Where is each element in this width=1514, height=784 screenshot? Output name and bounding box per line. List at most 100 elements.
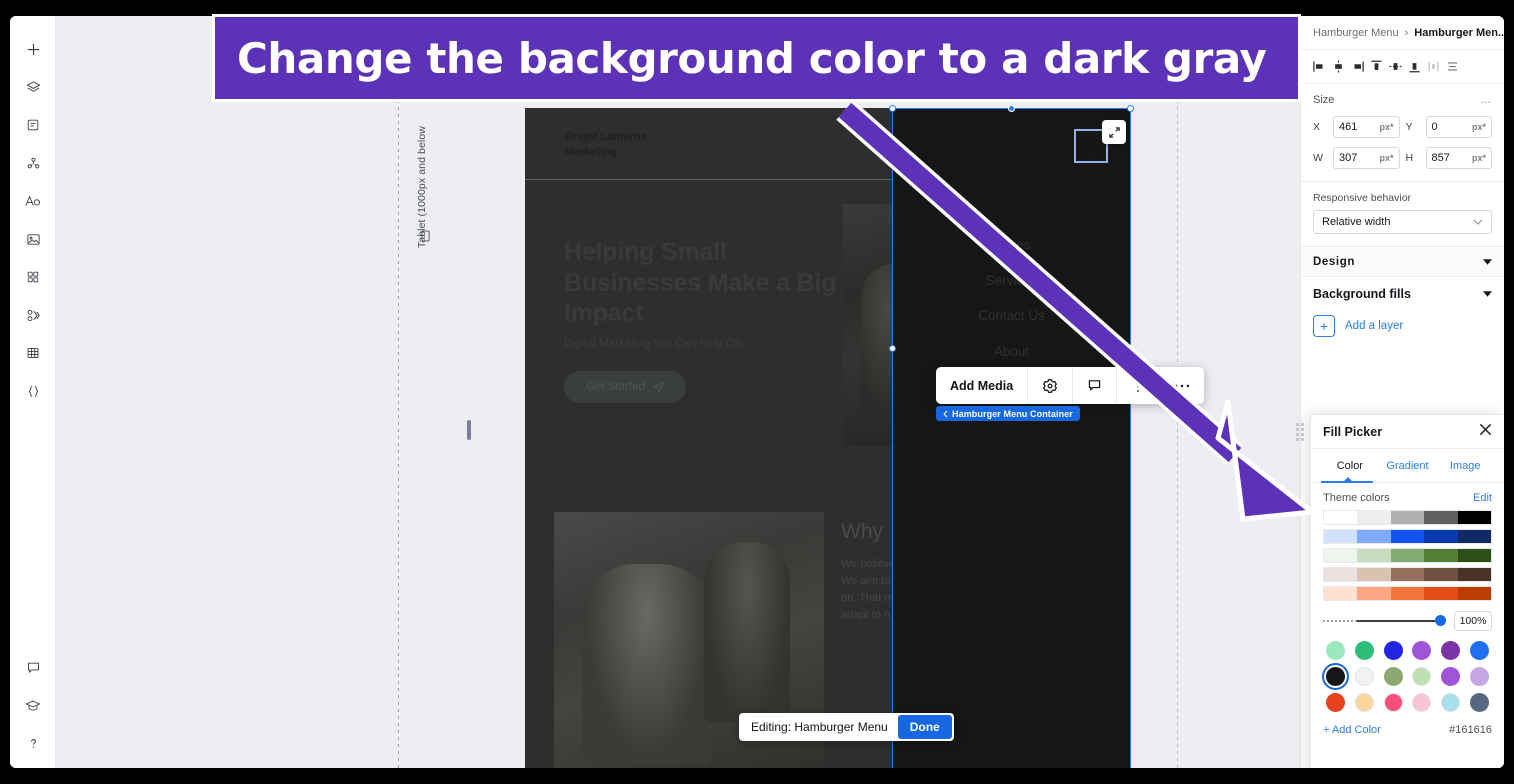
color-swatch[interactable] xyxy=(1325,667,1345,686)
resize-handle-tl[interactable] xyxy=(889,105,896,112)
theme-color-palette[interactable] xyxy=(1311,510,1504,601)
align-top-icon[interactable] xyxy=(1368,56,1385,78)
color-swatch[interactable] xyxy=(1354,641,1374,660)
align-bottom-icon[interactable] xyxy=(1406,56,1423,78)
hamburger-link-about[interactable]: About xyxy=(893,344,1130,359)
align-center-horizontal-icon[interactable] xyxy=(1330,56,1347,78)
comments-icon[interactable] xyxy=(10,648,56,686)
add-layer-plus-icon[interactable]: + xyxy=(1313,315,1335,337)
palette-swatch[interactable] xyxy=(1424,511,1458,524)
palette-swatch[interactable] xyxy=(1457,549,1492,562)
edit-theme-colors-link[interactable]: Edit xyxy=(1473,492,1492,504)
color-swatch[interactable] xyxy=(1470,693,1490,712)
fill-picker-panel[interactable]: Fill Picker Color Gradient Image Theme c… xyxy=(1296,414,1504,768)
element-toolbar[interactable]: Add Media xyxy=(936,367,1205,404)
size-more-icon[interactable]: … xyxy=(1480,94,1492,106)
opacity-slider-knob[interactable] xyxy=(1435,615,1446,626)
h-input[interactable]: 857 px* xyxy=(1425,147,1492,169)
palette-swatch[interactable] xyxy=(1457,587,1492,600)
add-layer-row[interactable]: + Add a layer xyxy=(1301,311,1504,351)
apps-icon[interactable] xyxy=(10,258,56,296)
resize-handle-tc[interactable] xyxy=(1008,105,1015,112)
palette-swatch[interactable] xyxy=(1457,511,1492,524)
design-accordion[interactable]: Design xyxy=(1301,247,1504,277)
palette-swatch[interactable] xyxy=(1390,530,1425,543)
breadcrumb-tag[interactable]: Hamburger Menu Container xyxy=(936,406,1080,421)
tab-gradient[interactable]: Gradient xyxy=(1379,460,1437,472)
comment-icon[interactable] xyxy=(1073,367,1118,404)
add-media-button[interactable]: Add Media xyxy=(936,367,1029,404)
color-swatch[interactable] xyxy=(1383,667,1403,686)
close-icon[interactable] xyxy=(1479,423,1492,441)
color-swatch[interactable] xyxy=(1325,641,1345,660)
academy-icon[interactable] xyxy=(10,686,56,724)
color-swatch[interactable] xyxy=(1470,641,1490,660)
ellipsis-icon[interactable] xyxy=(1160,367,1204,404)
color-swatch[interactable] xyxy=(1383,693,1403,712)
palette-swatch[interactable] xyxy=(1324,530,1358,543)
palette-swatch[interactable] xyxy=(1357,511,1391,524)
hex-value[interactable]: #161616 xyxy=(1449,724,1492,736)
breadcrumb[interactable]: Hamburger Menu › Hamburger Men... xyxy=(1301,16,1504,50)
fill-picker-tabs[interactable]: Color Gradient Image xyxy=(1311,449,1504,483)
palette-swatch[interactable] xyxy=(1424,587,1458,600)
gear-icon[interactable] xyxy=(1028,367,1074,404)
question-icon[interactable] xyxy=(1117,367,1161,404)
palette-row[interactable] xyxy=(1323,586,1492,601)
canvas-area[interactable]: Tablet (1000px and below Bright Lanterns… xyxy=(56,16,1300,768)
w-input[interactable]: 307 px* xyxy=(1333,147,1400,169)
text-icon[interactable] xyxy=(10,182,56,220)
image-icon[interactable] xyxy=(10,220,56,258)
x-input[interactable]: 461 px* xyxy=(1333,116,1400,138)
palette-row[interactable] xyxy=(1323,529,1492,544)
palette-swatch[interactable] xyxy=(1324,549,1358,562)
palette-swatch[interactable] xyxy=(1424,549,1458,562)
resize-handle-tr[interactable] xyxy=(1127,105,1134,112)
add-color-link[interactable]: + Add Color xyxy=(1323,724,1381,736)
resize-handle-ml[interactable] xyxy=(889,345,896,352)
palette-swatch[interactable] xyxy=(1390,587,1425,600)
hamburger-link-services[interactable]: Services xyxy=(893,273,1130,288)
help-icon[interactable] xyxy=(10,724,56,762)
palette-swatch[interactable] xyxy=(1357,549,1391,562)
layers-icon[interactable] xyxy=(10,68,56,106)
opacity-input[interactable]: 100 % xyxy=(1454,611,1492,631)
expand-icon[interactable] xyxy=(1102,120,1126,144)
background-fills-accordion[interactable]: Background fills xyxy=(1301,277,1504,311)
color-swatch[interactable] xyxy=(1470,667,1490,686)
hamburger-link-contact-us[interactable]: Contact Us xyxy=(893,308,1130,323)
tab-image[interactable]: Image xyxy=(1436,460,1494,472)
responsive-behavior-select[interactable]: Relative width xyxy=(1313,210,1492,234)
fill-picker-drag-handle[interactable] xyxy=(1296,423,1308,441)
code-icon[interactable] xyxy=(10,372,56,410)
align-left-icon[interactable] xyxy=(1311,56,1328,78)
color-swatch[interactable] xyxy=(1441,667,1461,686)
align-right-icon[interactable] xyxy=(1349,56,1366,78)
palette-swatch[interactable] xyxy=(1357,530,1391,543)
add-icon[interactable] xyxy=(10,30,56,68)
tab-color[interactable]: Color xyxy=(1321,460,1379,472)
distribute-horizontal-icon[interactable] xyxy=(1425,56,1442,78)
color-swatch[interactable] xyxy=(1412,693,1432,712)
breadcrumb-parent[interactable]: Hamburger Menu xyxy=(1313,27,1399,39)
color-swatch[interactable] xyxy=(1412,641,1432,660)
animations-icon[interactable] xyxy=(10,296,56,334)
palette-swatch[interactable] xyxy=(1390,549,1425,562)
color-swatch[interactable] xyxy=(1354,693,1374,712)
palette-swatch[interactable] xyxy=(1324,511,1358,524)
palette-swatch[interactable] xyxy=(1324,568,1358,581)
color-swatch-grid[interactable] xyxy=(1311,635,1504,712)
table-icon[interactable] xyxy=(10,334,56,372)
done-button[interactable]: Done xyxy=(897,715,952,739)
palette-swatch[interactable] xyxy=(1390,511,1425,524)
editing-bar[interactable]: Editing: Hamburger Menu Done xyxy=(739,713,954,741)
color-swatch[interactable] xyxy=(1354,667,1374,686)
palette-swatch[interactable] xyxy=(1424,530,1458,543)
align-middle-vertical-icon[interactable] xyxy=(1387,56,1404,78)
canvas-left-handle[interactable] xyxy=(467,420,471,440)
palette-swatch[interactable] xyxy=(1424,568,1458,581)
palette-swatch[interactable] xyxy=(1324,587,1358,600)
hero-cta-button[interactable]: Get Started xyxy=(564,371,686,403)
opacity-slider[interactable] xyxy=(1323,615,1446,626)
opacity-control[interactable]: 100 % xyxy=(1311,605,1504,635)
